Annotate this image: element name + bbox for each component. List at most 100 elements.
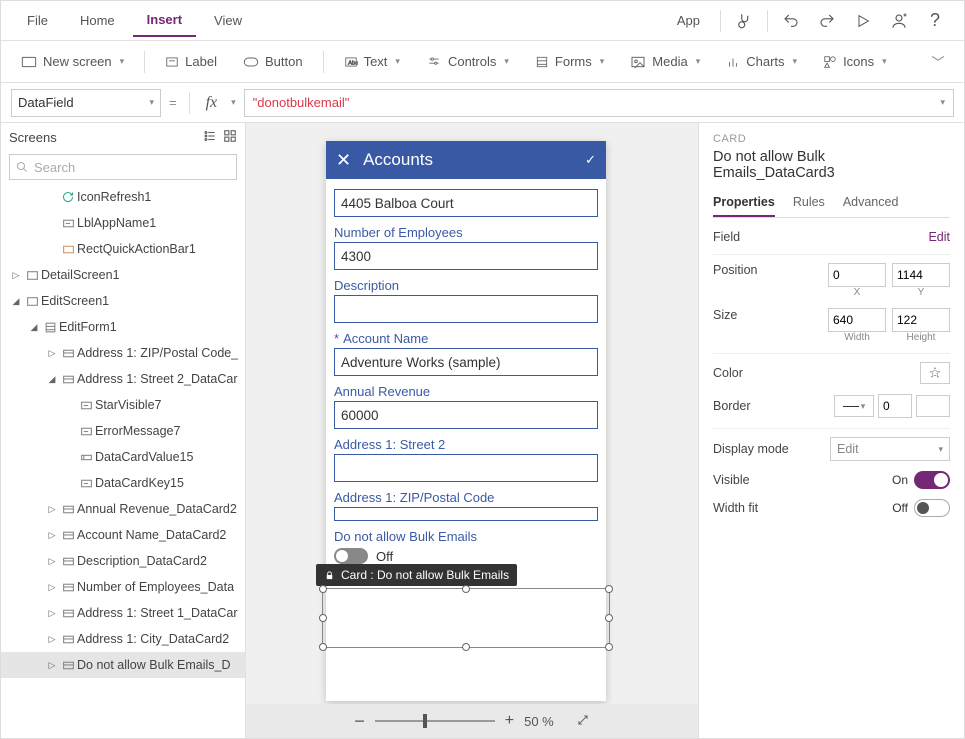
ribbon-expand-icon[interactable]: ﹀ xyxy=(920,45,954,79)
border-color-picker[interactable] xyxy=(916,395,950,417)
border-width-input[interactable] xyxy=(878,394,912,418)
tree-item[interactable]: ▷Description_DataCard2 xyxy=(1,548,245,574)
form-card[interactable]: Description xyxy=(334,278,598,323)
form-card[interactable]: Number of Employees4300 xyxy=(334,225,598,270)
search-input[interactable]: Search xyxy=(9,154,237,180)
menu-file[interactable]: File xyxy=(13,5,62,36)
close-icon[interactable]: ✕ xyxy=(336,150,351,171)
widthfit-toggle[interactable] xyxy=(914,499,950,517)
tree-item[interactable]: RectQuickActionBar1 xyxy=(1,236,245,262)
redo-icon[interactable] xyxy=(810,4,844,38)
media-button[interactable]: Media▾ xyxy=(620,48,710,75)
field-input[interactable]: Adventure Works (sample) xyxy=(334,348,598,376)
menu-insert[interactable]: Insert xyxy=(133,4,196,37)
form-card[interactable]: 4405 Balboa Court xyxy=(334,189,598,217)
menu-home[interactable]: Home xyxy=(66,5,129,36)
toggle-input[interactable] xyxy=(334,548,368,564)
charts-button[interactable]: Charts▾ xyxy=(716,48,807,75)
fit-icon[interactable] xyxy=(576,713,590,730)
tree-item[interactable]: ▷Account Name_DataCard2 xyxy=(1,522,245,548)
tree-item[interactable]: LblAppName1 xyxy=(1,210,245,236)
field-input[interactable]: 4300 xyxy=(334,242,598,270)
form-card-selected[interactable]: Do not allow Bulk EmailsOff xyxy=(334,529,598,564)
help-icon[interactable]: ? xyxy=(918,4,952,38)
display-mode-select[interactable]: Edit▾ xyxy=(830,437,950,461)
tree-item[interactable]: DataCardKey15 xyxy=(1,470,245,496)
tab-rules[interactable]: Rules xyxy=(793,191,825,217)
size-height-input[interactable] xyxy=(892,308,950,332)
label-button[interactable]: Label xyxy=(155,48,227,75)
icons-button[interactable]: Icons▾ xyxy=(813,48,897,75)
color-picker[interactable] xyxy=(920,362,950,384)
tree-item[interactable]: ▷Address 1: ZIP/Postal Code_ xyxy=(1,340,245,366)
tree-item[interactable]: ▷DetailScreen1 xyxy=(1,262,245,288)
tree-item[interactable]: ◢EditScreen1 xyxy=(1,288,245,314)
text-button[interactable]: Abc Text▾ xyxy=(334,48,410,75)
form-card[interactable]: Address 1: Street 2 xyxy=(334,437,598,482)
tree-item[interactable]: ▷Number of Employees_Data xyxy=(1,574,245,600)
tree-item[interactable]: ◢EditForm1 xyxy=(1,314,245,340)
expand-icon[interactable]: ▷ xyxy=(45,608,59,619)
expand-icon[interactable]: ▷ xyxy=(45,348,59,359)
button-button[interactable]: Button xyxy=(233,48,313,75)
size-width-input[interactable] xyxy=(828,308,886,332)
canvas[interactable]: ✕ Accounts ✓ 4405 Balboa CourtNumber of … xyxy=(246,123,698,704)
position-y-input[interactable] xyxy=(892,263,950,287)
zoom-out-button[interactable]: − xyxy=(354,711,365,732)
formula-input[interactable]: "donotbulkemail" ▾ xyxy=(244,89,954,117)
checker-icon[interactable] xyxy=(727,4,761,38)
expand-icon[interactable]: ▷ xyxy=(45,582,59,593)
play-icon[interactable] xyxy=(846,4,880,38)
field-input[interactable] xyxy=(334,454,598,482)
tree-view[interactable]: IconRefresh1LblAppName1RectQuickActionBa… xyxy=(1,184,245,738)
field-input[interactable]: 60000 xyxy=(334,401,598,429)
thumbnail-view-icon[interactable] xyxy=(223,129,237,146)
expand-icon[interactable]: ◢ xyxy=(45,374,59,385)
expand-icon[interactable]: ▷ xyxy=(45,660,59,671)
expand-icon[interactable]: ◢ xyxy=(9,296,23,307)
field-input[interactable] xyxy=(334,295,598,323)
expand-icon[interactable]: ▷ xyxy=(45,556,59,567)
field-input[interactable]: 4405 Balboa Court xyxy=(334,189,598,217)
ribbon-label: Charts xyxy=(746,54,784,69)
expand-icon[interactable]: ▷ xyxy=(9,270,23,281)
chevron-down-icon[interactable]: ▾ xyxy=(231,97,236,108)
tab-advanced[interactable]: Advanced xyxy=(843,191,899,217)
fx-icon[interactable]: fx xyxy=(202,94,222,112)
position-x-input[interactable] xyxy=(828,263,886,287)
controls-button[interactable]: Controls▾ xyxy=(416,48,519,75)
visible-toggle[interactable] xyxy=(914,471,950,489)
tree-item[interactable]: IconRefresh1 xyxy=(1,184,245,210)
new-screen-button[interactable]: New screen▾ xyxy=(11,48,134,75)
form-card[interactable]: Annual Revenue60000 xyxy=(334,384,598,429)
edit-field-link[interactable]: Edit xyxy=(928,230,950,244)
tree-item[interactable]: ErrorMessage7 xyxy=(1,418,245,444)
expand-icon[interactable]: ▷ xyxy=(45,504,59,515)
form-card[interactable]: Address 1: ZIP/Postal Code xyxy=(334,490,598,521)
zoom-slider[interactable] xyxy=(375,720,495,722)
forms-button[interactable]: Forms▾ xyxy=(525,48,614,75)
menu-app[interactable]: App xyxy=(663,5,714,36)
tree-item[interactable]: ▷Do not allow Bulk Emails_D xyxy=(1,652,245,678)
menu-view[interactable]: View xyxy=(200,5,256,36)
tree-view-icon[interactable] xyxy=(203,129,217,146)
tab-properties[interactable]: Properties xyxy=(713,191,775,217)
expand-icon[interactable]: ▷ xyxy=(45,530,59,541)
tree-item[interactable]: ▷Address 1: Street 1_DataCar xyxy=(1,600,245,626)
check-icon[interactable]: ✓ xyxy=(585,152,596,168)
form-card[interactable]: *Account NameAdventure Works (sample) xyxy=(334,331,598,376)
undo-icon[interactable] xyxy=(774,4,808,38)
tree-item[interactable]: ▷Address 1: City_DataCard2 xyxy=(1,626,245,652)
expand-icon[interactable]: ▷ xyxy=(45,634,59,645)
tree-item[interactable]: StarVisible7 xyxy=(1,392,245,418)
share-icon[interactable] xyxy=(882,4,916,38)
chevron-down-icon[interactable]: ▾ xyxy=(940,97,945,108)
zoom-in-button[interactable]: + xyxy=(505,712,514,730)
tree-item[interactable]: ▷Annual Revenue_DataCard2 xyxy=(1,496,245,522)
expand-icon[interactable]: ◢ xyxy=(27,322,41,333)
tree-item[interactable]: ◢Address 1: Street 2_DataCar xyxy=(1,366,245,392)
field-input[interactable] xyxy=(334,507,598,521)
border-style-select[interactable]: ▾ xyxy=(834,395,874,417)
tree-item[interactable]: DataCardValue15 xyxy=(1,444,245,470)
property-selector[interactable]: DataField ▾ xyxy=(11,89,161,117)
